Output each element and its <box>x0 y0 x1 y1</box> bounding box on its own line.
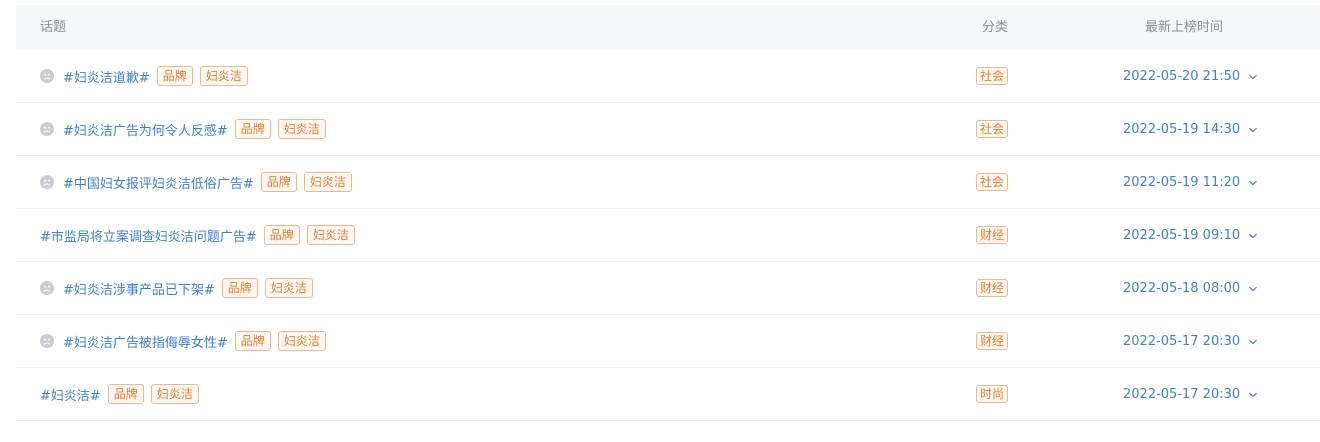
time-cell[interactable]: 2022-05-17 20:30 <box>1123 368 1258 420</box>
time-value: 2022-05-19 09:10 <box>1123 227 1241 243</box>
category-badge: 财经 <box>976 226 1009 244</box>
table-row: #妇炎洁广告为何令人反感# 品牌 妇炎洁 社会 2022-05-19 14:30 <box>16 103 1320 156</box>
topic-link[interactable]: #妇炎洁广告为何令人反感# <box>63 120 228 139</box>
tag-keyword: 妇炎洁 <box>150 384 199 404</box>
topic-link[interactable]: #市监局将立案调查妇炎洁问题广告# <box>40 226 257 245</box>
table-header: 话题 分类 最新上榜时间 <box>16 5 1320 50</box>
tag-brand: 品牌 <box>234 119 271 139</box>
tag-brand: 品牌 <box>234 331 271 351</box>
topic-link[interactable]: #中国妇女报评妇炎洁低俗广告# <box>63 173 254 192</box>
category-cell: 财经 <box>976 209 1009 261</box>
topic-cell: #妇炎洁道歉# 品牌 妇炎洁 <box>40 50 248 102</box>
category-cell: 财经 <box>976 315 1009 367</box>
category-cell: 社会 <box>976 50 1009 102</box>
time-value: 2022-05-17 20:30 <box>1123 333 1241 349</box>
topic-table: 话题 分类 最新上榜时间 #妇炎洁道歉# 品牌 妇炎洁 社会 2022-05-20 21… <box>16 5 1320 421</box>
category-badge: 财经 <box>976 332 1009 350</box>
chevron-down-icon[interactable] <box>1248 124 1258 134</box>
topic-cell: #市监局将立案调查妇炎洁问题广告# 品牌 妇炎洁 <box>40 209 355 261</box>
category-badge: 社会 <box>976 173 1009 191</box>
chevron-down-icon[interactable] <box>1248 230 1258 240</box>
tag-brand: 品牌 <box>263 225 300 245</box>
tag-keyword: 妇炎洁 <box>303 172 352 192</box>
category-cell: 财经 <box>976 262 1009 314</box>
tag-brand: 品牌 <box>156 66 193 86</box>
topic-cell: #妇炎洁涉事产品已下架# 品牌 妇炎洁 <box>40 262 313 314</box>
column-header-category: 分类 <box>982 20 1009 35</box>
table-row: #市监局将立案调查妇炎洁问题广告# 品牌 妇炎洁 财经 2022-05-19 09:10 <box>16 209 1320 262</box>
table-row: #妇炎洁道歉# 品牌 妇炎洁 社会 2022-05-20 21:50 <box>16 50 1320 103</box>
chevron-down-icon[interactable] <box>1248 336 1258 346</box>
category-badge: 社会 <box>976 120 1009 138</box>
category-badge: 财经 <box>976 279 1009 297</box>
tag-brand: 品牌 <box>107 384 144 404</box>
time-cell[interactable]: 2022-05-20 21:50 <box>1123 50 1258 102</box>
tag-brand: 品牌 <box>221 278 258 298</box>
chevron-down-icon[interactable] <box>1248 389 1258 399</box>
time-value: 2022-05-18 08:00 <box>1123 280 1241 296</box>
time-cell[interactable]: 2022-05-19 14:30 <box>1123 103 1258 155</box>
topic-cell: #妇炎洁# 品牌 妇炎洁 <box>40 368 199 420</box>
sad-face-icon <box>40 281 54 295</box>
topic-link[interactable]: #妇炎洁广告被指侮辱女性# <box>63 332 228 351</box>
time-cell[interactable]: 2022-05-19 11:20 <box>1123 156 1258 208</box>
tag-keyword: 妇炎洁 <box>199 66 248 86</box>
sad-face-icon <box>40 334 54 348</box>
time-value: 2022-05-19 11:20 <box>1123 174 1241 190</box>
table-row: #妇炎洁广告被指侮辱女性# 品牌 妇炎洁 财经 2022-05-17 20:30 <box>16 315 1320 368</box>
time-value: 2022-05-20 21:50 <box>1123 68 1241 84</box>
category-badge: 时尚 <box>976 385 1009 403</box>
topic-link[interactable]: #妇炎洁# <box>40 385 101 404</box>
topic-cell: #妇炎洁广告为何令人反感# 品牌 妇炎洁 <box>40 103 326 155</box>
time-cell[interactable]: 2022-05-19 09:10 <box>1123 209 1258 261</box>
chevron-down-icon[interactable] <box>1248 177 1258 187</box>
category-cell: 时尚 <box>976 368 1009 420</box>
sad-face-icon <box>40 175 54 189</box>
table-row: #妇炎洁# 品牌 妇炎洁 时尚 2022-05-17 20:30 <box>16 368 1320 421</box>
time-value: 2022-05-17 20:30 <box>1123 386 1241 402</box>
tag-keyword: 妇炎洁 <box>277 331 326 351</box>
sad-face-icon <box>40 122 54 136</box>
sad-face-icon <box>40 69 54 83</box>
category-cell: 社会 <box>976 103 1009 155</box>
time-cell[interactable]: 2022-05-18 08:00 <box>1123 262 1258 314</box>
topic-cell: #妇炎洁广告被指侮辱女性# 品牌 妇炎洁 <box>40 315 326 367</box>
topic-cell: #中国妇女报评妇炎洁低俗广告# 品牌 妇炎洁 <box>40 156 352 208</box>
chevron-down-icon[interactable] <box>1248 283 1258 293</box>
topic-link[interactable]: #妇炎洁涉事产品已下架# <box>63 279 215 298</box>
tag-keyword: 妇炎洁 <box>277 119 326 139</box>
tag-keyword: 妇炎洁 <box>306 225 355 245</box>
time-value: 2022-05-19 14:30 <box>1123 121 1241 137</box>
chevron-down-icon[interactable] <box>1248 71 1258 81</box>
category-badge: 社会 <box>976 67 1009 85</box>
topic-link[interactable]: #妇炎洁道歉# <box>63 67 150 86</box>
tag-keyword: 妇炎洁 <box>264 278 313 298</box>
column-header-topic: 话题 <box>40 20 67 35</box>
column-header-time[interactable]: 最新上榜时间 <box>1145 5 1223 50</box>
time-cell[interactable]: 2022-05-17 20:30 <box>1123 315 1258 367</box>
table-row: #中国妇女报评妇炎洁低俗广告# 品牌 妇炎洁 社会 2022-05-19 11:20 <box>16 156 1320 209</box>
tag-brand: 品牌 <box>260 172 297 192</box>
table-body: #妇炎洁道歉# 品牌 妇炎洁 社会 2022-05-20 21:50 #妇炎洁广告为何令人… <box>16 50 1320 421</box>
category-cell: 社会 <box>976 156 1009 208</box>
table-row: #妇炎洁涉事产品已下架# 品牌 妇炎洁 财经 2022-05-18 08:00 <box>16 262 1320 315</box>
